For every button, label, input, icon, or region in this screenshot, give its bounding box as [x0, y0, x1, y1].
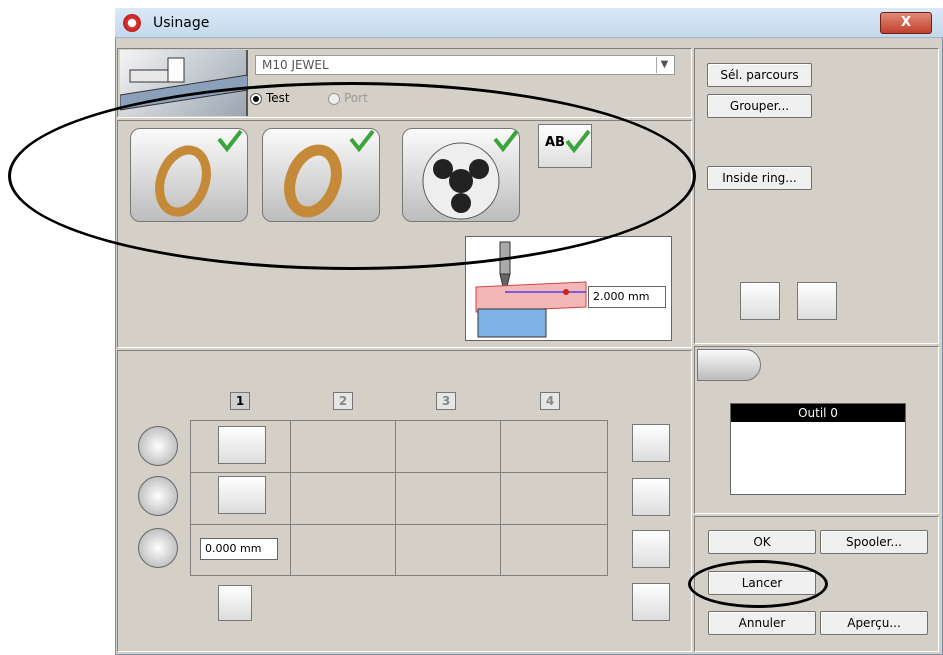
- close-button[interactable]: X: [880, 12, 932, 34]
- speed-xy-icon: [138, 426, 178, 466]
- highlight-ellipse-lancer: [688, 560, 828, 608]
- coolant-disabled-icon[interactable]: [632, 478, 670, 516]
- grid-cell[interactable]: [501, 421, 608, 473]
- grid-cell[interactable]: [396, 525, 501, 576]
- title-bar: [115, 8, 943, 38]
- tool-remove-icon[interactable]: [740, 282, 780, 320]
- machine-select-value: M10 JEWEL: [262, 58, 329, 72]
- spindle-icon[interactable]: [632, 424, 670, 462]
- tools-list-item[interactable]: Outil 0: [731, 404, 905, 422]
- ok-button[interactable]: OK: [708, 530, 816, 554]
- inside-ring-button[interactable]: Inside ring...: [707, 166, 812, 190]
- speed-gauge-xy-icon[interactable]: [218, 426, 266, 464]
- grid-cell[interactable]: [291, 525, 396, 576]
- annuler-button[interactable]: Annuler: [708, 611, 816, 635]
- grid-cell[interactable]: [291, 473, 396, 525]
- grid-cell[interactable]: [501, 525, 608, 576]
- aux-disabled-icon[interactable]: [632, 530, 670, 568]
- apercu-button[interactable]: Aperçu...: [820, 611, 928, 635]
- speed-z-icon: [138, 476, 178, 516]
- spooler-button[interactable]: Spooler...: [820, 530, 928, 554]
- select-path-button[interactable]: Sél. parcours: [707, 63, 812, 87]
- grid-cell[interactable]: [291, 421, 396, 473]
- pass-number-3[interactable]: 3: [436, 392, 456, 410]
- vacuum-icon[interactable]: [632, 583, 670, 621]
- offset-input[interactable]: 0.000 mm: [200, 538, 278, 560]
- highlight-ellipse-options: [8, 82, 696, 270]
- pass-number-1[interactable]: 1: [230, 392, 250, 410]
- pass-number-4[interactable]: 4: [540, 392, 560, 410]
- grid-cell[interactable]: [501, 473, 608, 525]
- speed-gauge-z-icon[interactable]: [218, 476, 266, 514]
- depth-input[interactable]: 2.000 mm: [588, 286, 666, 308]
- app-icon: [123, 14, 141, 32]
- window-title: Usinage: [153, 15, 210, 31]
- hourglass-disabled-icon[interactable]: [218, 585, 252, 621]
- group-button[interactable]: Grouper...: [707, 94, 812, 118]
- pass-number-2[interactable]: 2: [333, 392, 353, 410]
- grid-cell[interactable]: [396, 421, 501, 473]
- tools-tab-icon[interactable]: [697, 349, 761, 381]
- chevron-down-icon[interactable]: ▼: [656, 57, 672, 73]
- machine-select[interactable]: M10 JEWEL ▼: [255, 55, 675, 75]
- tool-swap-icon[interactable]: [797, 282, 837, 320]
- grid-cell[interactable]: [396, 473, 501, 525]
- tools-list[interactable]: Outil 0: [730, 403, 906, 495]
- tool-offset-icon: [138, 528, 178, 568]
